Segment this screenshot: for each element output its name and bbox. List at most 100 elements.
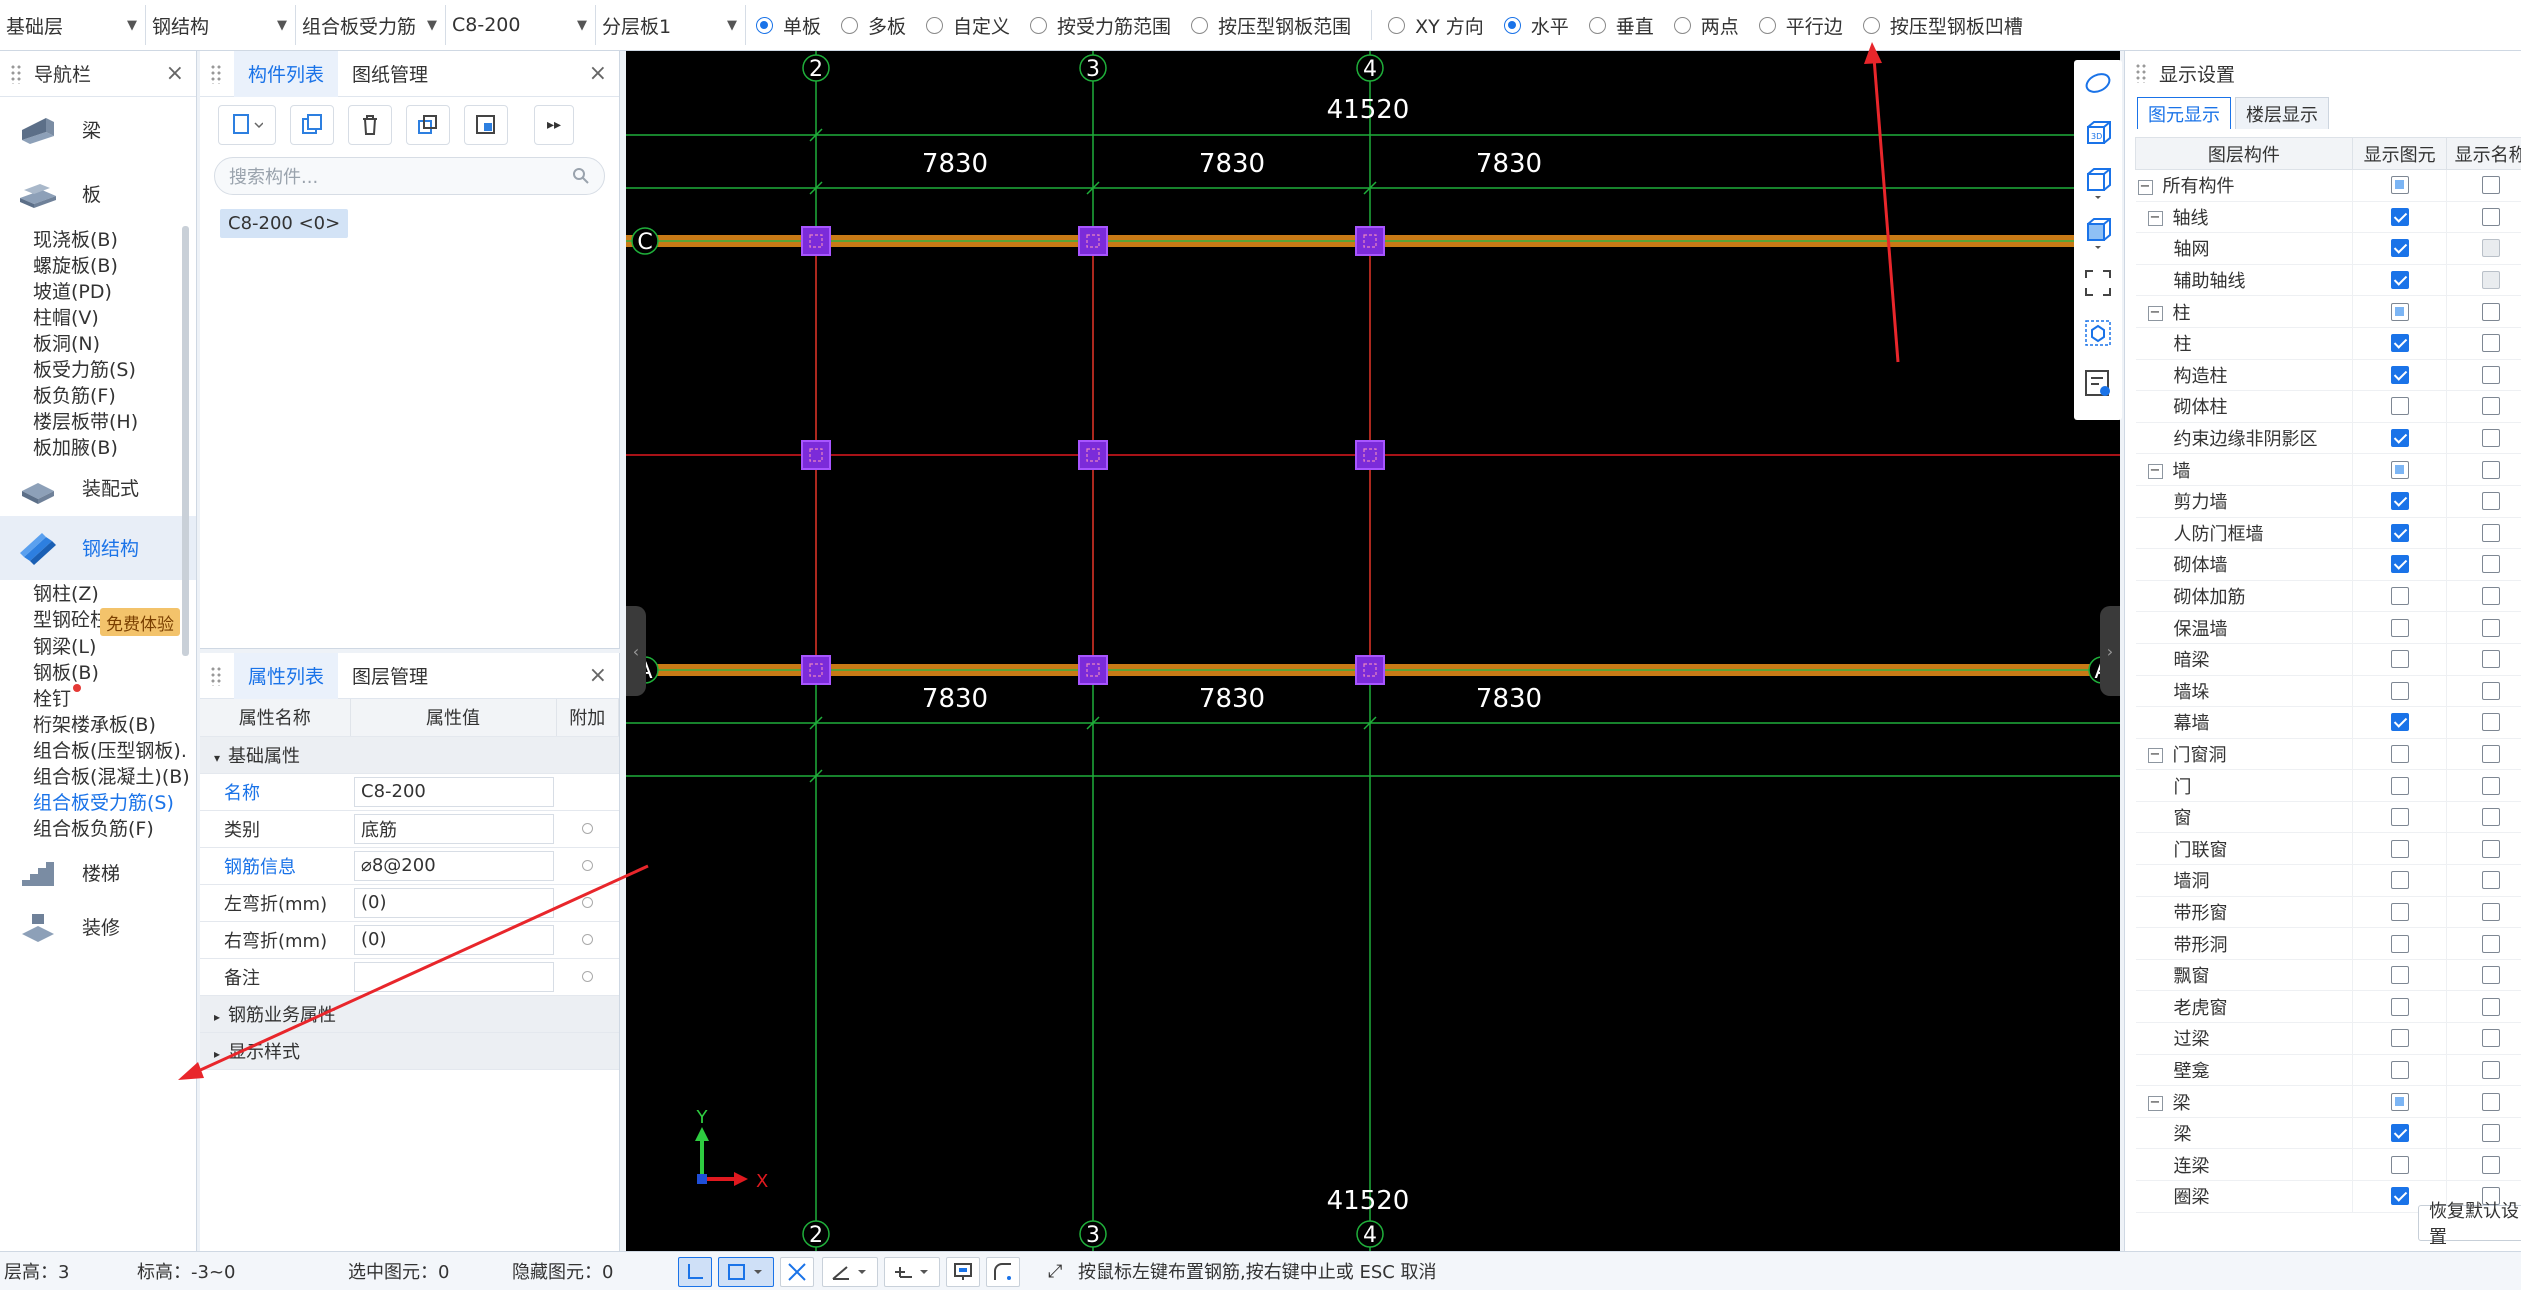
collapse-icon[interactable]: − [2137,179,2153,195]
floor-select[interactable]: 基础层 ▼ [0,5,146,45]
show-element-checkbox[interactable] [2390,808,2409,827]
close-icon[interactable]: × [589,61,607,86]
component-list-item[interactable]: C8-200 <0> [220,209,349,238]
tree-node[interactable]: 窗 [2135,801,2353,834]
property-value-input[interactable]: 底筋 [354,813,554,844]
component-select[interactable]: C8-200 ▼ [446,5,596,45]
show-element-checkbox[interactable] [2390,523,2409,542]
steel-column[interactable] [801,655,831,685]
steel-column[interactable] [1078,440,1108,470]
show-name-checkbox[interactable] [2481,902,2500,921]
show-name-checkbox[interactable] [2481,839,2500,858]
drag-grip-icon[interactable] [210,63,222,84]
steel-column[interactable] [1078,655,1108,685]
attach-radio-icon[interactable] [581,823,593,834]
nav-category-decoration[interactable]: 装配式 [0,460,196,516]
tab-drawing-management[interactable]: 图纸管理 [338,51,442,97]
close-icon[interactable]: × [166,61,184,86]
show-name-checkbox[interactable] [2481,523,2500,542]
radio-option[interactable]: 按压型钢板范围 [1191,12,1351,39]
nav-category-finish[interactable]: 装修 [0,905,196,949]
property-value-input[interactable]: ⌀8@200 [354,850,554,881]
show-element-checkbox[interactable] [2390,934,2409,953]
nav-item[interactable]: 组合板受力筋(S) [0,789,196,815]
show-element-checkbox[interactable] [2390,1155,2409,1174]
drag-grip-icon[interactable] [2135,63,2147,83]
radio-option[interactable]: 水平 [1503,12,1569,39]
show-name-checkbox[interactable] [2481,429,2500,448]
ortho-toggle-button[interactable] [678,1257,712,1287]
more-tools-button[interactable]: ▸▸ [534,105,574,145]
show-name-checkbox[interactable] [2481,365,2500,384]
tree-node[interactable]: 过梁 [2135,1022,2353,1055]
show-name-checkbox[interactable] [2481,871,2500,890]
category-select[interactable]: 钢结构 ▼ [146,5,296,45]
show-name-checkbox[interactable] [2481,302,2500,321]
drag-grip-icon[interactable] [10,63,22,84]
show-element-checkbox[interactable] [2390,744,2409,763]
show-element-checkbox[interactable] [2390,460,2409,479]
radio-option[interactable]: 单板 [756,12,821,39]
angle-snap-button[interactable] [822,1257,878,1287]
tab-floor-display[interactable]: 楼层显示 [2235,97,2329,129]
nav-item[interactable]: 板洞(N) [0,329,196,355]
free-trial-badge[interactable]: 免费体验 [100,608,180,636]
show-element-checkbox[interactable] [2390,871,2409,890]
show-element-checkbox[interactable] [2390,776,2409,795]
drag-grip-icon[interactable] [210,665,222,686]
show-element-checkbox[interactable] [2390,1124,2409,1143]
tree-node[interactable]: − 所有构件 [2135,169,2353,202]
show-name-checkbox[interactable] [2481,492,2500,511]
property-value-input[interactable]: (0) [354,887,554,918]
tree-node[interactable]: − 门窗洞 [2135,738,2353,771]
show-name-checkbox[interactable] [2481,997,2500,1016]
nav-scrollbar[interactable] [182,226,189,656]
show-element-checkbox[interactable] [2390,618,2409,637]
nav-category-slab[interactable]: 板 [0,161,196,225]
property-value-input[interactable]: (0) [354,924,554,955]
dynamic-observe-button[interactable] [2081,66,2115,100]
show-element-checkbox[interactable] [2390,176,2409,195]
tree-node[interactable]: 壁龛 [2135,1054,2353,1087]
show-element-checkbox[interactable] [2390,997,2409,1016]
view-top-button[interactable] [2081,166,2115,200]
import-component-button[interactable] [464,105,508,145]
nav-item[interactable]: 钢柱(Z) [0,580,196,606]
property-group-display[interactable]: ▸ 显示样式 [200,1032,619,1070]
steel-column[interactable] [801,226,831,256]
display-settings-button[interactable] [2081,366,2115,400]
show-name-checkbox[interactable] [2481,555,2500,574]
show-name-checkbox[interactable] [2481,397,2500,416]
tree-node[interactable]: 老虎窗 [2135,990,2353,1024]
steel-column[interactable] [801,440,831,470]
view-3d-button[interactable]: 3D [2081,116,2115,150]
show-name-checkbox[interactable] [2481,1060,2500,1079]
show-element-checkbox[interactable] [2390,239,2409,258]
show-element-checkbox[interactable] [2390,207,2409,226]
nav-item[interactable]: 板加腋(B) [0,434,196,460]
tree-node[interactable]: 辅助轴线 [2135,264,2353,297]
show-element-checkbox[interactable] [2390,365,2409,384]
tree-node[interactable]: 暗梁 [2135,643,2353,676]
tree-node[interactable]: 砌体加筋 [2135,580,2353,613]
nav-category-beam[interactable]: 梁 [0,97,196,161]
show-element-checkbox[interactable] [2390,587,2409,606]
view-shaded-button[interactable] [2081,216,2115,250]
tree-node[interactable]: − 柱 [2135,295,2353,328]
collapse-right-handle[interactable]: › [2100,606,2120,696]
show-element-checkbox[interactable] [2390,1060,2409,1079]
show-element-checkbox[interactable] [2390,271,2409,290]
show-element-checkbox[interactable] [2390,1187,2409,1206]
tree-node[interactable]: 人防门框墙 [2135,517,2353,550]
tab-layer-management[interactable]: 图层管理 [338,653,442,699]
show-name-checkbox[interactable] [2481,681,2500,700]
radio-option[interactable]: 自定义 [926,12,1010,39]
nav-item[interactable]: 组合板(压型钢板). [0,736,196,762]
close-icon[interactable]: × [589,663,607,688]
show-name-checkbox[interactable] [2481,1092,2500,1111]
steel-column[interactable] [1078,226,1108,256]
show-element-checkbox[interactable] [2390,555,2409,574]
tree-node[interactable]: 墙垛 [2135,675,2353,708]
show-element-checkbox[interactable] [2390,334,2409,353]
attach-radio-icon[interactable] [581,897,593,908]
